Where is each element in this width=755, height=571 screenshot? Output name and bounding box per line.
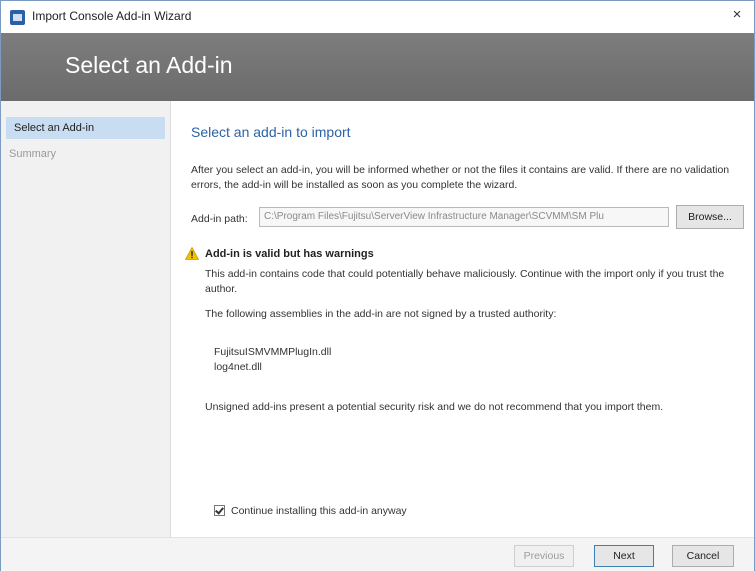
window-title: Import Console Add-in Wizard	[32, 9, 192, 23]
page-heading: Select an add-in to import	[191, 124, 351, 140]
sidebar-item-select-add-in[interactable]: Select an Add-in	[6, 117, 165, 139]
intro-text: After you select an add-in, you will be …	[191, 164, 730, 191]
previous-button[interactable]: Previous	[514, 545, 574, 567]
browse-button[interactable]: Browse...	[676, 205, 744, 229]
warning-icon	[185, 247, 199, 260]
banner-title: Select an Add-in	[65, 52, 233, 78]
assembly-item: FujitsuISMVMMPlugIn.dll	[214, 346, 332, 358]
unsigned-risk-note: Unsigned add-ins present a potential sec…	[205, 401, 664, 413]
wizard-window: Import Console Add-in Wizard × Select an…	[0, 0, 755, 571]
next-button[interactable]: Next	[594, 545, 654, 567]
wizard-footer: Previous Next Cancel	[1, 537, 754, 571]
assembly-item: log4net.dll	[214, 361, 262, 373]
sidebar-item-summary[interactable]: Summary	[1, 143, 169, 165]
continue-anyway-label[interactable]: Continue installing this add-in anyway	[231, 505, 407, 517]
wizard-banner: Select an Add-in	[1, 33, 754, 101]
warning-title: Add-in is valid but has warnings	[205, 248, 374, 260]
title-bar: Import Console Add-in Wizard ×	[1, 1, 754, 33]
wizard-steps-sidebar: Select an Add-in Summary	[1, 101, 171, 537]
main-panel: Select an add-in to import After you sel…	[171, 101, 754, 537]
assemblies-intro: The following assemblies in the add-in a…	[205, 308, 557, 320]
add-in-path-label: Add-in path:	[191, 213, 248, 225]
warning-description: This add-in contains code that could pot…	[205, 268, 725, 295]
app-icon	[10, 10, 25, 25]
cancel-button[interactable]: Cancel	[672, 545, 734, 567]
add-in-path-field[interactable]: C:\Program Files\Fujitsu\ServerView Infr…	[259, 207, 669, 227]
close-icon[interactable]: ×	[728, 6, 746, 23]
continue-anyway-checkbox[interactable]	[214, 505, 225, 516]
